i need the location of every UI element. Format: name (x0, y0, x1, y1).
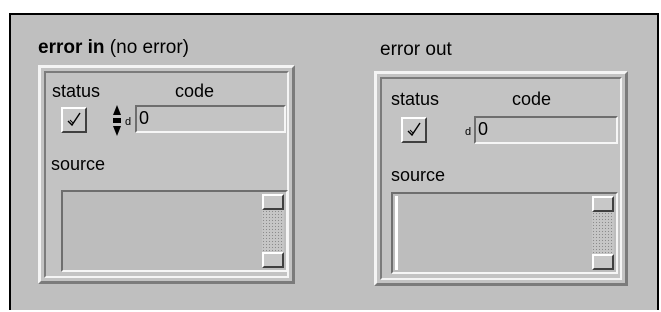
error-in-code-spinner[interactable] (112, 104, 122, 138)
error-in-status-checkbox[interactable] (61, 107, 87, 133)
arrow-down-icon[interactable] (113, 126, 121, 136)
checkmark-icon (67, 112, 81, 127)
scroll-track[interactable] (262, 210, 284, 252)
scroll-up-button[interactable] (592, 196, 614, 212)
error-in-code-format-glyph: d (125, 116, 132, 128)
error-in-source-label: source (51, 154, 106, 174)
error-out-status-label: status (391, 89, 440, 109)
error-out-source-field (391, 192, 618, 274)
error-out-cluster-inner: status code d 0 source (380, 77, 622, 280)
scroll-down-button[interactable] (262, 252, 284, 268)
error-in-cluster-inner: status code d 0 source (44, 71, 289, 278)
spinner-divider (113, 118, 121, 123)
error-in-code-field[interactable]: 0 (135, 105, 286, 133)
scroll-up-button[interactable] (262, 194, 284, 210)
scroll-track[interactable] (592, 212, 614, 254)
error-out-source-label: source (391, 165, 446, 185)
error-in-status-label: status (52, 81, 101, 101)
error-in-cluster[interactable]: status code d 0 source (38, 65, 295, 284)
error-in-source-field[interactable] (61, 190, 288, 272)
error-in-source-scrollbar[interactable] (262, 194, 284, 268)
checkmark-icon (407, 122, 421, 137)
error-in-label: error in (no error) (38, 38, 189, 58)
error-out-label: error out (380, 39, 452, 60)
scroll-down-button[interactable] (592, 254, 614, 270)
error-out-code-field: 0 (474, 116, 618, 144)
error-out-source-scrollbar[interactable] (592, 196, 614, 270)
error-out-code-label: code (512, 89, 552, 109)
arrow-up-icon[interactable] (113, 105, 121, 115)
error-out-status-indicator (401, 117, 427, 143)
error-out-cluster[interactable]: status code d 0 source (374, 71, 628, 286)
front-panel: error in (no error) status code d 0 sour… (9, 13, 659, 310)
text-caret (395, 196, 398, 270)
error-in-code-label: code (175, 81, 215, 101)
error-out-code-format-glyph: d (465, 126, 472, 138)
error-in-label-note: (no error) (104, 37, 189, 58)
error-in-label-name: error in (38, 37, 105, 58)
